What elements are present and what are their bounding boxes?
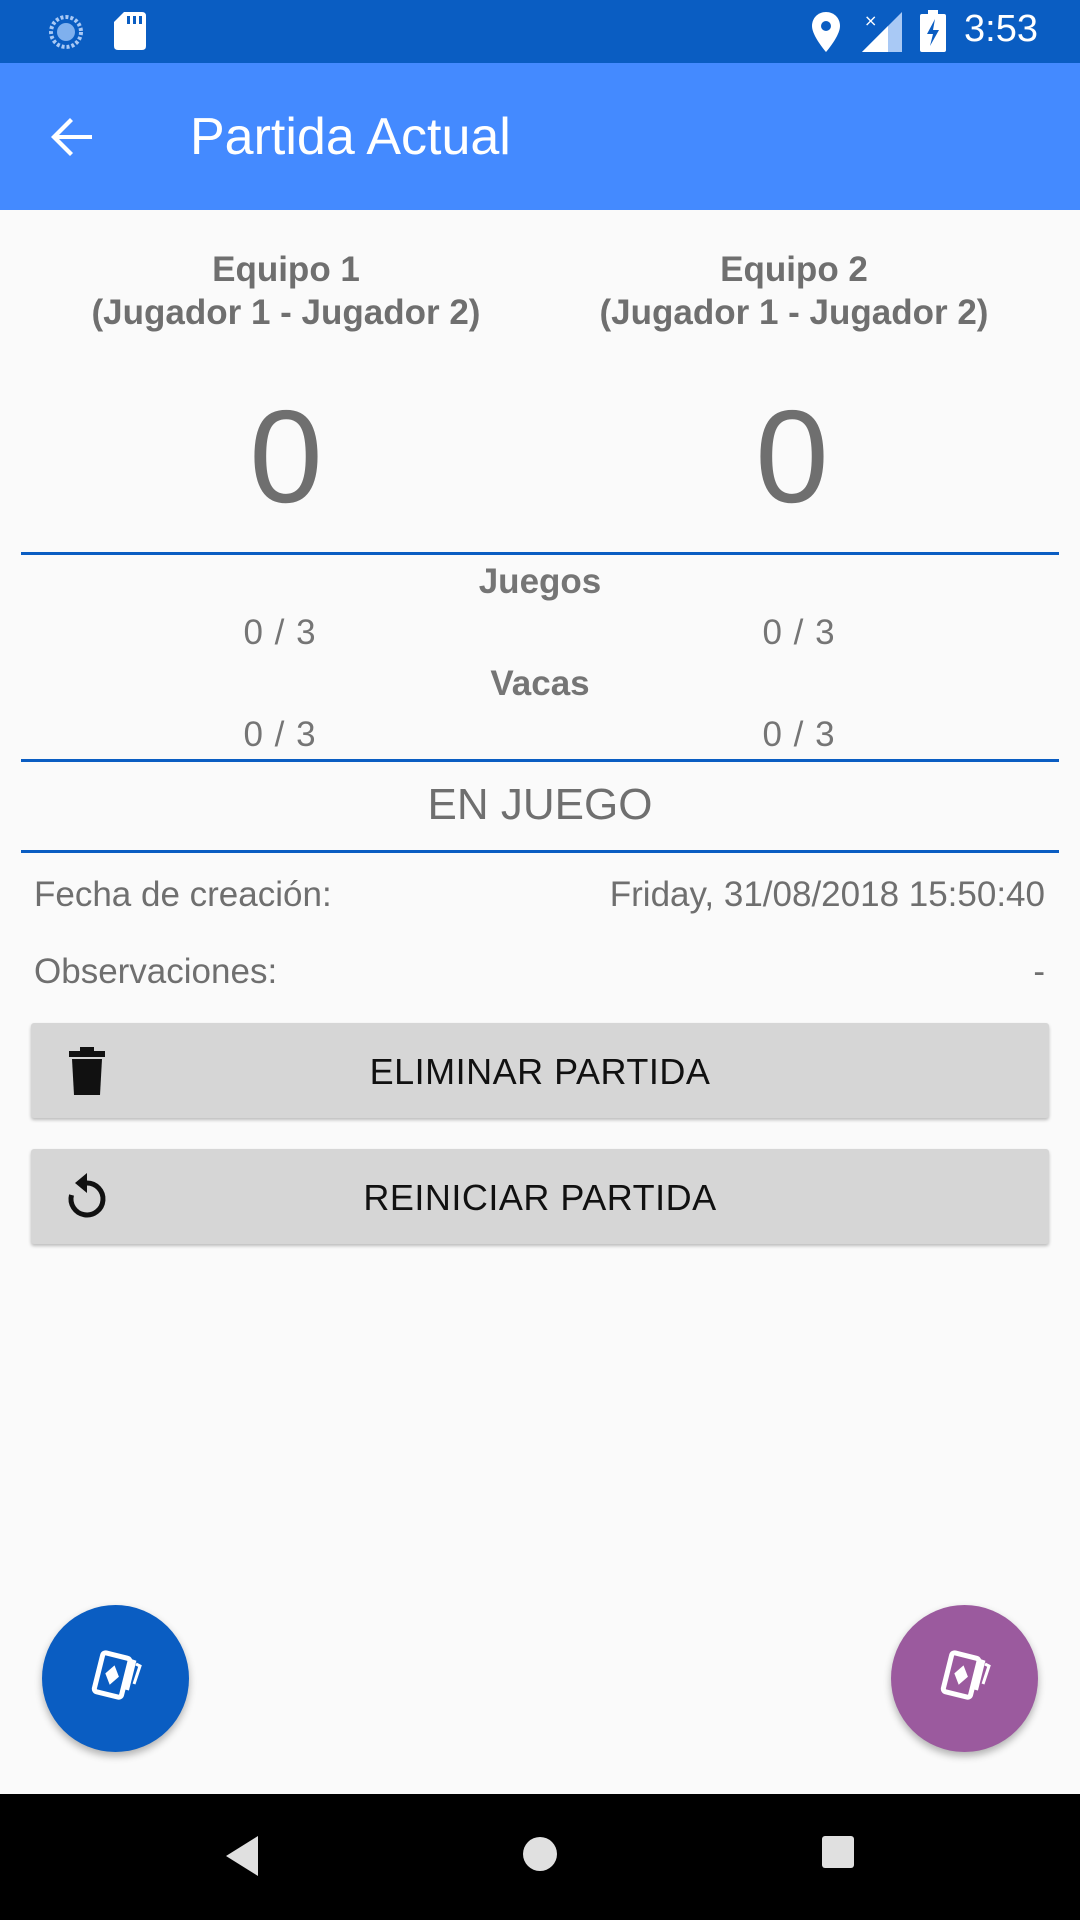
divider	[21, 759, 1059, 762]
clock: 3:53	[964, 8, 1038, 50]
cards-icon	[933, 1644, 997, 1713]
team-2-score[interactable]: 0	[642, 387, 942, 527]
game-state-label: EN JUEGO	[427, 780, 653, 829]
divider	[21, 552, 1059, 555]
team-2-players: (Jugador 1 - Jugador 2)	[599, 293, 989, 332]
restart-game-button[interactable]: REINICIAR PARTIDA	[31, 1149, 1049, 1244]
team-2-vacas: 0 / 3	[762, 715, 836, 754]
back-button[interactable]	[36, 103, 108, 175]
system-nav-bar	[0, 1794, 1080, 1920]
app-bar: Partida Actual	[0, 63, 1080, 210]
nav-home-icon[interactable]	[518, 1832, 562, 1881]
fecha-label: Fecha de creación:	[34, 875, 332, 914]
svg-text:×: ×	[864, 12, 877, 30]
team-2-juegos: 0 / 3	[762, 613, 836, 652]
cards-icon	[84, 1644, 148, 1713]
fecha-value: Friday, 31/08/2018 15:50:40	[609, 875, 1045, 914]
delete-game-button[interactable]: ELIMINAR PARTIDA	[31, 1023, 1049, 1118]
sync-icon	[48, 14, 84, 55]
battery-charging-icon	[920, 10, 946, 57]
team-1-juegos: 0 / 3	[243, 613, 317, 652]
observaciones-value: -	[1033, 952, 1045, 991]
team-1-cards-fab[interactable]	[42, 1605, 189, 1752]
team-2-name: Equipo 2	[720, 250, 868, 289]
team-2-cards-fab[interactable]	[891, 1605, 1038, 1752]
observaciones-label: Observaciones:	[34, 952, 278, 991]
juegos-label: Juegos	[478, 562, 602, 601]
nav-back-icon[interactable]	[222, 1834, 262, 1883]
location-icon	[812, 12, 840, 57]
page-title: Partida Actual	[190, 108, 511, 166]
nav-recents-icon[interactable]	[820, 1834, 856, 1875]
delete-game-label: ELIMINAR PARTIDA	[369, 1051, 711, 1092]
status-bar: × 3:53	[0, 0, 1080, 63]
team-1-players: (Jugador 1 - Jugador 2)	[91, 293, 481, 332]
arrow-back-icon	[48, 113, 96, 166]
team-2-header: Equipo 2 (Jugador 1 - Jugador 2)	[554, 248, 1034, 334]
sd-card-icon	[114, 12, 146, 55]
team-1-vacas: 0 / 3	[243, 715, 317, 754]
restart-game-label: REINICIAR PARTIDA	[363, 1177, 717, 1218]
team-1-header: Equipo 1 (Jugador 1 - Jugador 2)	[46, 248, 526, 334]
vacas-label: Vacas	[490, 664, 590, 703]
team-1-name: Equipo 1	[212, 250, 360, 289]
divider	[21, 850, 1059, 853]
signal-icon: ×	[862, 11, 902, 57]
team-1-score[interactable]: 0	[136, 387, 436, 527]
